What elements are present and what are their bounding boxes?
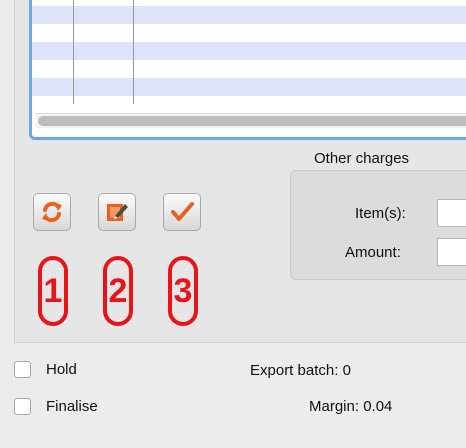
export-batch-info: Export batch: 0 — [250, 362, 351, 379]
items-field[interactable] — [437, 199, 466, 227]
finalise-option[interactable]: Finalise — [14, 398, 98, 415]
table-row[interactable] — [32, 78, 466, 96]
hold-option[interactable]: Hold — [14, 361, 77, 378]
other-charges-group: Item(s): Amount: — [290, 170, 466, 280]
window-content: Other charges Item(s): Amount: 1 2 3 Hol… — [0, 0, 466, 448]
annotation-1: 1 — [38, 256, 68, 326]
export-batch-label: Export batch: — [250, 362, 339, 379]
refresh-icon — [42, 201, 62, 223]
amount-field[interactable] — [437, 238, 466, 266]
export-batch-value: 0 — [342, 362, 351, 379]
table-row[interactable] — [32, 42, 466, 60]
items-label: Item(s): — [355, 205, 406, 222]
annotation-label: 2 — [108, 272, 128, 310]
margin-label: Margin: — [309, 398, 360, 415]
column-divider — [73, 0, 74, 104]
column-divider — [133, 0, 134, 104]
margin-value: 0.04 — [363, 398, 393, 415]
margin-info: Margin: 0.04 — [309, 398, 392, 415]
amount-label: Amount: — [345, 244, 401, 261]
horizontal-scrollbar[interactable] — [36, 113, 466, 128]
table-row[interactable] — [32, 6, 466, 24]
checkmark-icon — [171, 202, 194, 221]
finalise-label: Finalise — [46, 398, 98, 415]
table-body — [32, 0, 466, 110]
refresh-button[interactable] — [33, 193, 71, 231]
other-charges-title: Other charges — [314, 150, 410, 167]
hold-checkbox[interactable] — [14, 361, 31, 378]
lines-table[interactable] — [29, 0, 466, 140]
annotation-3: 3 — [168, 256, 198, 326]
scrollbar-thumb[interactable] — [38, 116, 466, 126]
confirm-button[interactable] — [163, 193, 201, 231]
table-row[interactable] — [32, 60, 466, 78]
annotation-label: 3 — [173, 272, 193, 310]
edit-icon — [107, 204, 128, 221]
annotation-label: 1 — [43, 272, 63, 310]
table-row[interactable] — [32, 24, 466, 42]
hold-label: Hold — [46, 361, 77, 378]
annotation-2: 2 — [103, 256, 133, 326]
edit-button[interactable] — [98, 193, 136, 231]
finalise-checkbox[interactable] — [14, 398, 31, 415]
